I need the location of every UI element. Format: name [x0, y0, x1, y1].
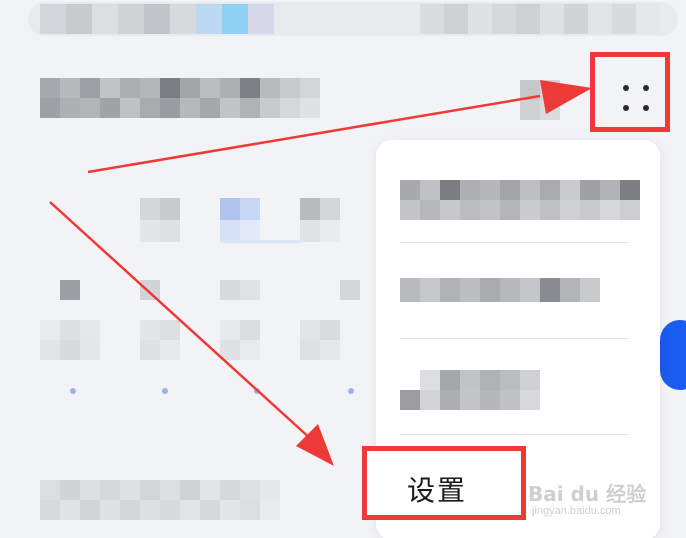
redacted-tab-row: [140, 198, 380, 242]
floating-action-button[interactable]: [660, 320, 686, 390]
arrowhead-settings: [296, 424, 334, 466]
active-tab-underline: [222, 240, 302, 243]
redacted-grid-labels: [60, 280, 380, 300]
menu-divider: [400, 434, 628, 435]
screenshot-stage: 设置 Bai du 经验 jingyan.baidu.com: [0, 0, 686, 538]
four-dots-icon: [621, 83, 651, 113]
redacted-menu-item-2-label: [400, 278, 600, 302]
redacted-top-right: [420, 4, 660, 34]
redacted-menu-item-3-label: [400, 370, 540, 410]
indicator-dot: [70, 388, 76, 394]
menu-divider: [400, 242, 628, 243]
indicator-dot: [254, 388, 260, 394]
redacted-header-badge: [520, 80, 560, 120]
redacted-grid-items: [40, 320, 360, 360]
menu-divider: [400, 338, 628, 339]
menu-item-3[interactable]: [376, 340, 660, 436]
indicator-dot: [162, 388, 168, 394]
settings-label: 设置: [407, 474, 468, 507]
menu-item-2[interactable]: [376, 244, 660, 340]
redacted-bottom-text: [40, 480, 280, 520]
menu-item-settings[interactable]: 设置: [362, 446, 526, 520]
redacted-top-title: [40, 4, 274, 34]
redacted-menu-item-1-label: [400, 180, 640, 220]
indicator-dot: [348, 388, 354, 394]
menu-item-1[interactable]: [376, 144, 660, 240]
more-options-button[interactable]: [590, 52, 670, 132]
redacted-header-text: [40, 78, 320, 118]
